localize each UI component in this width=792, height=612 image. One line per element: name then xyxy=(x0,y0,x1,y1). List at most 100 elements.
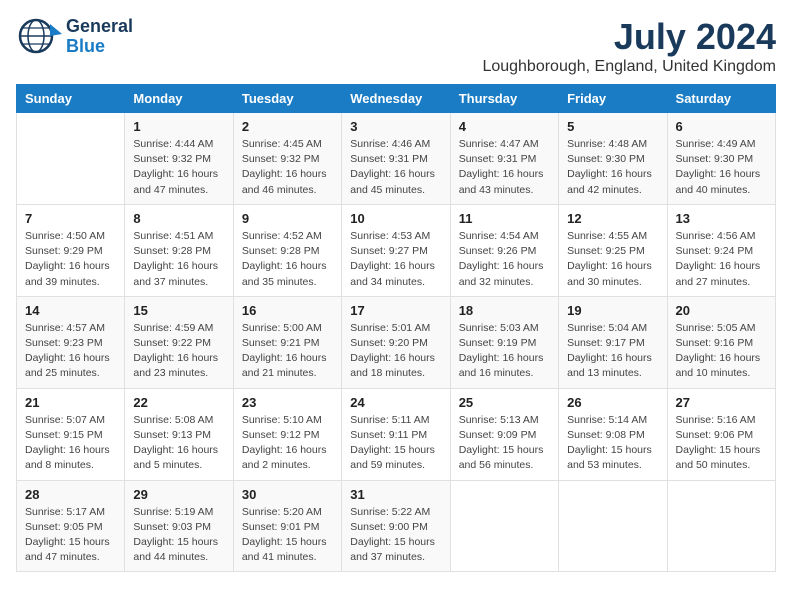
day-number: 17 xyxy=(350,303,441,318)
day-info: Sunrise: 5:20 AM Sunset: 9:01 PM Dayligh… xyxy=(242,505,333,566)
week-row-2: 7 Sunrise: 4:50 AM Sunset: 9:29 PM Daylig… xyxy=(17,204,776,296)
day-number: 13 xyxy=(676,211,767,226)
week-row-5: 28 Sunrise: 5:17 AM Sunset: 9:05 PM Dayli… xyxy=(17,480,776,572)
day-number: 31 xyxy=(350,487,441,502)
calendar-cell: 12 Sunrise: 4:55 AM Sunset: 9:25 PM Dayli… xyxy=(559,204,667,296)
calendar-cell: 19 Sunrise: 5:04 AM Sunset: 9:17 PM Dayli… xyxy=(559,296,667,388)
calendar-cell: 28 Sunrise: 5:17 AM Sunset: 9:05 PM Dayli… xyxy=(17,480,125,572)
day-number: 22 xyxy=(133,395,224,410)
day-number: 6 xyxy=(676,119,767,134)
day-number: 7 xyxy=(25,211,116,226)
calendar-cell: 3Sunrise: 4:46 AM Sunset: 9:31 PM Daylig… xyxy=(342,113,450,205)
calendar-cell: 2 Sunrise: 4:45 AM Sunset: 9:32 PM Daylig… xyxy=(233,113,341,205)
day-info: Sunrise: 4:55 AM Sunset: 9:25 PM Dayligh… xyxy=(567,229,658,290)
day-info: Sunrise: 5:07 AM Sunset: 9:15 PM Dayligh… xyxy=(25,413,116,474)
day-number: 2 xyxy=(242,119,333,134)
day-info: Sunrise: 4:50 AM Sunset: 9:29 PM Dayligh… xyxy=(25,229,116,290)
calendar-cell: 20Sunrise: 5:05 AM Sunset: 9:16 PM Dayli… xyxy=(667,296,775,388)
day-number: 29 xyxy=(133,487,224,502)
day-info: Sunrise: 4:47 AM Sunset: 9:31 PM Dayligh… xyxy=(459,137,550,198)
day-info: Sunrise: 4:54 AM Sunset: 9:26 PM Dayligh… xyxy=(459,229,550,290)
calendar-cell: 4 Sunrise: 4:47 AM Sunset: 9:31 PM Daylig… xyxy=(450,113,558,205)
calendar-cell: 14 Sunrise: 4:57 AM Sunset: 9:23 PM Dayli… xyxy=(17,296,125,388)
day-number: 1 xyxy=(133,119,224,134)
calendar-cell: 25Sunrise: 5:13 AM Sunset: 9:09 PM Dayli… xyxy=(450,388,558,480)
calendar-cell: 5Sunrise: 4:48 AM Sunset: 9:30 PM Daylig… xyxy=(559,113,667,205)
day-info: Sunrise: 4:52 AM Sunset: 9:28 PM Dayligh… xyxy=(242,229,333,290)
calendar-cell: 30 Sunrise: 5:20 AM Sunset: 9:01 PM Dayli… xyxy=(233,480,341,572)
calendar-cell: 11 Sunrise: 4:54 AM Sunset: 9:26 PM Dayli… xyxy=(450,204,558,296)
day-info: Sunrise: 5:17 AM Sunset: 9:05 PM Dayligh… xyxy=(25,505,116,566)
header: General Blue July 2024 Loughborough, Eng… xyxy=(16,16,776,76)
calendar-cell: 6Sunrise: 4:49 AM Sunset: 9:30 PM Daylig… xyxy=(667,113,775,205)
col-thursday: Thursday xyxy=(450,85,558,113)
calendar-cell: 24Sunrise: 5:11 AM Sunset: 9:11 PM Dayli… xyxy=(342,388,450,480)
title-area: July 2024 Loughborough, England, United … xyxy=(482,16,776,76)
week-row-4: 21Sunrise: 5:07 AM Sunset: 9:15 PM Dayli… xyxy=(17,388,776,480)
calendar-cell: 23 Sunrise: 5:10 AM Sunset: 9:12 PM Dayli… xyxy=(233,388,341,480)
col-monday: Monday xyxy=(125,85,233,113)
day-number: 14 xyxy=(25,303,116,318)
day-number: 12 xyxy=(567,211,658,226)
calendar-cell xyxy=(559,480,667,572)
week-row-1: 1 Sunrise: 4:44 AM Sunset: 9:32 PM Daylig… xyxy=(17,113,776,205)
day-info: Sunrise: 4:45 AM Sunset: 9:32 PM Dayligh… xyxy=(242,137,333,198)
day-info: Sunrise: 4:44 AM Sunset: 9:32 PM Dayligh… xyxy=(133,137,224,198)
calendar-cell: 8 Sunrise: 4:51 AM Sunset: 9:28 PM Daylig… xyxy=(125,204,233,296)
day-number: 28 xyxy=(25,487,116,502)
day-info: Sunrise: 5:14 AM Sunset: 9:08 PM Dayligh… xyxy=(567,413,658,474)
calendar-cell: 15 Sunrise: 4:59 AM Sunset: 9:22 PM Dayli… xyxy=(125,296,233,388)
day-info: Sunrise: 5:22 AM Sunset: 9:00 PM Dayligh… xyxy=(350,505,441,566)
day-info: Sunrise: 5:04 AM Sunset: 9:17 PM Dayligh… xyxy=(567,321,658,382)
calendar-cell: 18Sunrise: 5:03 AM Sunset: 9:19 PM Dayli… xyxy=(450,296,558,388)
logo-general: General xyxy=(66,17,133,37)
day-info: Sunrise: 5:11 AM Sunset: 9:11 PM Dayligh… xyxy=(350,413,441,474)
day-number: 30 xyxy=(242,487,333,502)
day-info: Sunrise: 5:05 AM Sunset: 9:16 PM Dayligh… xyxy=(676,321,767,382)
day-info: Sunrise: 4:51 AM Sunset: 9:28 PM Dayligh… xyxy=(133,229,224,290)
col-saturday: Saturday xyxy=(667,85,775,113)
day-number: 26 xyxy=(567,395,658,410)
day-number: 19 xyxy=(567,303,658,318)
calendar-cell: 31 Sunrise: 5:22 AM Sunset: 9:00 PM Dayli… xyxy=(342,480,450,572)
month-title: July 2024 xyxy=(482,16,776,58)
calendar-cell xyxy=(667,480,775,572)
day-info: Sunrise: 4:57 AM Sunset: 9:23 PM Dayligh… xyxy=(25,321,116,382)
calendar-cell xyxy=(450,480,558,572)
logo-blue: Blue xyxy=(66,37,133,57)
calendar-cell: 10 Sunrise: 4:53 AM Sunset: 9:27 PM Dayli… xyxy=(342,204,450,296)
calendar-cell: 1 Sunrise: 4:44 AM Sunset: 9:32 PM Daylig… xyxy=(125,113,233,205)
col-friday: Friday xyxy=(559,85,667,113)
calendar-cell: 16 Sunrise: 5:00 AM Sunset: 9:21 PM Dayli… xyxy=(233,296,341,388)
day-info: Sunrise: 5:10 AM Sunset: 9:12 PM Dayligh… xyxy=(242,413,333,474)
calendar-cell: 9 Sunrise: 4:52 AM Sunset: 9:28 PM Daylig… xyxy=(233,204,341,296)
calendar-cell: 13Sunrise: 4:56 AM Sunset: 9:24 PM Dayli… xyxy=(667,204,775,296)
day-number: 5 xyxy=(567,119,658,134)
day-number: 27 xyxy=(676,395,767,410)
day-info: Sunrise: 5:13 AM Sunset: 9:09 PM Dayligh… xyxy=(459,413,550,474)
day-info: Sunrise: 4:59 AM Sunset: 9:22 PM Dayligh… xyxy=(133,321,224,382)
calendar-cell: 21Sunrise: 5:07 AM Sunset: 9:15 PM Dayli… xyxy=(17,388,125,480)
day-number: 11 xyxy=(459,211,550,226)
logo: General Blue xyxy=(16,16,133,58)
day-info: Sunrise: 5:08 AM Sunset: 9:13 PM Dayligh… xyxy=(133,413,224,474)
day-info: Sunrise: 5:00 AM Sunset: 9:21 PM Dayligh… xyxy=(242,321,333,382)
day-number: 23 xyxy=(242,395,333,410)
day-info: Sunrise: 4:46 AM Sunset: 9:31 PM Dayligh… xyxy=(350,137,441,198)
week-row-3: 14 Sunrise: 4:57 AM Sunset: 9:23 PM Dayli… xyxy=(17,296,776,388)
day-info: Sunrise: 4:53 AM Sunset: 9:27 PM Dayligh… xyxy=(350,229,441,290)
calendar-table: Sunday Monday Tuesday Wednesday Thursday… xyxy=(16,84,776,572)
calendar-cell: 29Sunrise: 5:19 AM Sunset: 9:03 PM Dayli… xyxy=(125,480,233,572)
calendar-cell: 27 Sunrise: 5:16 AM Sunset: 9:06 PM Dayli… xyxy=(667,388,775,480)
day-number: 4 xyxy=(459,119,550,134)
calendar-cell: 26 Sunrise: 5:14 AM Sunset: 9:08 PM Dayli… xyxy=(559,388,667,480)
day-number: 8 xyxy=(133,211,224,226)
logo-icon xyxy=(16,16,64,58)
day-number: 10 xyxy=(350,211,441,226)
day-number: 16 xyxy=(242,303,333,318)
day-info: Sunrise: 5:03 AM Sunset: 9:19 PM Dayligh… xyxy=(459,321,550,382)
calendar-cell: 17Sunrise: 5:01 AM Sunset: 9:20 PM Dayli… xyxy=(342,296,450,388)
day-number: 15 xyxy=(133,303,224,318)
day-number: 9 xyxy=(242,211,333,226)
day-info: Sunrise: 5:16 AM Sunset: 9:06 PM Dayligh… xyxy=(676,413,767,474)
